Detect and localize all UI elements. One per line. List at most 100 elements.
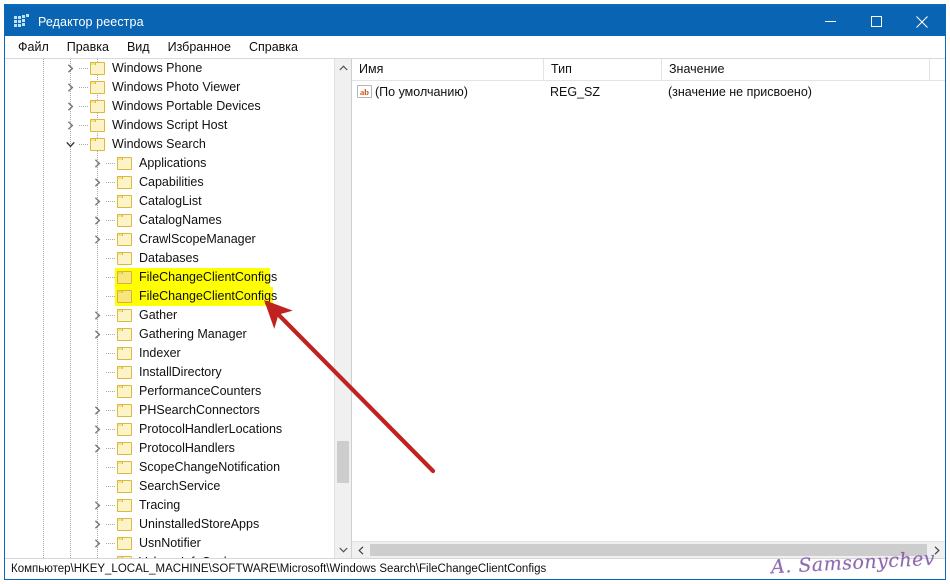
tree-connector-line — [79, 68, 88, 69]
tree-node-label: ProtocolHandlerLocations — [139, 422, 283, 436]
chevron-right-icon[interactable] — [62, 116, 78, 135]
tree-connector-line — [79, 106, 88, 107]
tree-connector-line — [106, 258, 115, 259]
tree-node[interactable]: PHSearchConnectors — [5, 401, 334, 420]
tree-connector-line — [106, 543, 115, 544]
registry-values-pane[interactable]: Имя Тип Значение ab (По умолчанию) REG_SZ (зн… — [352, 59, 945, 558]
maximize-button[interactable] — [853, 7, 899, 36]
minimize-button[interactable] — [807, 7, 853, 36]
tree-node[interactable]: Gathering Manager — [5, 325, 334, 344]
chevron-right-icon[interactable] — [89, 192, 105, 211]
tree-node[interactable]: Capabilities — [5, 173, 334, 192]
menu-item-3[interactable]: Вид — [118, 36, 159, 58]
tree-node-label: PHSearchConnectors — [139, 403, 260, 417]
chevron-right-icon[interactable] — [89, 534, 105, 553]
menu-item-4[interactable]: Избранное — [159, 36, 240, 58]
chevron-right-icon[interactable] — [89, 230, 105, 249]
folder-icon — [90, 62, 105, 75]
chevron-right-icon[interactable] — [89, 154, 105, 173]
tree-node-label: CatalogNames — [139, 213, 222, 227]
tree-node-label: InstallDirectory — [139, 365, 222, 379]
column-header-3[interactable]: Значение — [662, 59, 930, 80]
registry-tree-pane[interactable]: Windows Phone Windows Photo Viewer Windows… — [5, 59, 352, 558]
chevron-right-icon[interactable] — [89, 306, 105, 325]
tree-node-highlighted[interactable]: FileChangeClientConfigs — [5, 287, 334, 306]
folder-icon — [117, 271, 132, 284]
folder-icon — [117, 537, 132, 550]
tree-node[interactable]: Indexer — [5, 344, 334, 363]
tree-node-label: Applications — [139, 156, 207, 170]
value-name-cell: (По умолчанию) — [375, 84, 468, 99]
chevron-right-icon[interactable] — [89, 401, 105, 420]
tree-node[interactable]: Windows Search — [5, 135, 334, 154]
tree-node-list: Windows Phone Windows Photo Viewer Windows… — [5, 59, 334, 558]
tree-node-label: Windows Script Host — [112, 118, 228, 132]
chevron-down-icon[interactable] — [62, 135, 78, 154]
tree-node[interactable]: Windows Phone — [5, 59, 334, 78]
scroll-up-icon[interactable] — [335, 59, 351, 76]
tree-node[interactable]: CatalogList — [5, 192, 334, 211]
tree-connector-line — [106, 163, 115, 164]
folder-icon — [117, 290, 132, 303]
folder-icon — [117, 518, 132, 531]
chevron-right-icon[interactable] — [62, 78, 78, 97]
tree-node[interactable]: PerformanceCounters — [5, 382, 334, 401]
tree-node[interactable]: Databases — [5, 249, 334, 268]
window-title: Редактор реестра — [38, 14, 144, 29]
chevron-right-icon[interactable] — [89, 439, 105, 458]
tree-connector-line — [106, 505, 115, 506]
tree-connector-line — [106, 372, 115, 373]
tree-node[interactable]: ProtocolHandlers — [5, 439, 334, 458]
tree-node[interactable]: UninstalledStoreApps — [5, 515, 334, 534]
tree-node[interactable]: SearchService — [5, 477, 334, 496]
tree-connector-line — [106, 486, 115, 487]
tree-node[interactable]: CrawlScopeManager — [5, 230, 334, 249]
tree-node-label: Windows Phone — [112, 61, 203, 75]
chevron-right-icon[interactable] — [89, 515, 105, 534]
column-header-1[interactable]: Имя — [352, 59, 544, 80]
close-button[interactable] — [899, 7, 945, 36]
menu-item-2[interactable]: Правка — [58, 36, 118, 58]
tree-connector-line — [106, 182, 115, 183]
scroll-down-icon[interactable] — [335, 541, 351, 558]
tree-node-highlighted[interactable]: FileChangeClientConfigs — [5, 268, 334, 287]
tree-node[interactable]: Windows Photo Viewer — [5, 78, 334, 97]
tree-node[interactable]: ScopeChangeNotification — [5, 458, 334, 477]
registry-grid-icon — [14, 13, 30, 30]
chevron-right-icon[interactable] — [89, 211, 105, 230]
tree-connector-line — [106, 277, 115, 278]
tree-connector-line — [106, 220, 115, 221]
values-table-row[interactable]: ab (По умолчанию) REG_SZ (значение не присв… — [352, 81, 945, 102]
tree-node[interactable]: InstallDirectory — [5, 363, 334, 382]
tree-connector-line — [79, 144, 88, 145]
tree-node-label: UsnNotifier — [139, 536, 201, 550]
tree-node[interactable]: UsnNotifier — [5, 534, 334, 553]
folder-icon — [90, 138, 105, 151]
tree-node[interactable]: Gather — [5, 306, 334, 325]
tree-node-label: Gathering Manager — [139, 327, 247, 341]
tree-connector-line — [79, 87, 88, 88]
chevron-right-icon[interactable] — [89, 325, 105, 344]
folder-icon — [117, 499, 132, 512]
chevron-right-icon[interactable] — [89, 496, 105, 515]
menu-item-1[interactable]: Файл — [9, 36, 58, 58]
column-header-2[interactable]: Тип — [544, 59, 662, 80]
scroll-left-icon[interactable] — [352, 542, 369, 558]
menu-bar: Файл Правка Вид Избранное Справка — [5, 36, 945, 59]
tree-node[interactable]: Windows Script Host — [5, 116, 334, 135]
tree-scrollbar-thumb[interactable] — [337, 441, 349, 483]
menu-item-5[interactable]: Справка — [240, 36, 307, 58]
chevron-right-icon[interactable] — [89, 173, 105, 192]
tree-node[interactable]: Tracing — [5, 496, 334, 515]
folder-icon — [117, 480, 132, 493]
folder-icon — [117, 252, 132, 265]
chevron-right-icon[interactable] — [89, 420, 105, 439]
tree-node[interactable]: Windows Portable Devices — [5, 97, 334, 116]
tree-node[interactable]: Applications — [5, 154, 334, 173]
chevron-right-icon[interactable] — [62, 97, 78, 116]
chevron-right-icon[interactable] — [62, 59, 78, 78]
tree-node[interactable]: CatalogNames — [5, 211, 334, 230]
folder-icon — [117, 195, 132, 208]
tree-node[interactable]: ProtocolHandlerLocations — [5, 420, 334, 439]
tree-vertical-scrollbar[interactable] — [334, 59, 351, 558]
